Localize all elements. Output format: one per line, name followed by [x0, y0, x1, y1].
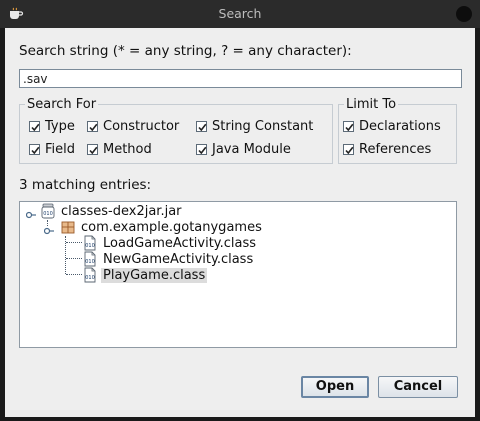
search-input[interactable]	[19, 69, 462, 88]
declarations-checkbox-label: Declarations	[359, 119, 441, 134]
type-checkbox[interactable]: Type	[29, 119, 75, 134]
open-button[interactable]: Open	[301, 376, 369, 398]
tree-connector	[66, 258, 82, 259]
references-checkbox[interactable]: References	[343, 142, 431, 157]
svg-text:010: 010	[85, 259, 95, 265]
tree-node-jar[interactable]: 010 classes-dex2jar.jar	[40, 203, 184, 219]
tree-node-class-selected[interactable]: 010 PlayGame.class	[82, 267, 208, 283]
svg-text:010: 010	[85, 243, 95, 249]
method-checkbox[interactable]: Method	[87, 142, 152, 157]
constructor-checkbox-label: Constructor	[103, 119, 180, 134]
tree-node-label: classes-dex2jar.jar	[61, 203, 182, 219]
tree-node-class[interactable]: 010 NewGameActivity.class	[82, 251, 255, 267]
string-constant-checkbox[interactable]: String Constant	[196, 119, 313, 134]
field-checkbox[interactable]: Field	[29, 142, 75, 157]
checkbox-check-icon	[87, 121, 98, 132]
checkbox-check-icon	[29, 121, 40, 132]
tree-connector	[66, 242, 82, 243]
checkbox-check-icon	[29, 144, 40, 155]
checkbox-check-icon	[196, 144, 207, 155]
search-string-label: Search string (* = any string, ? = any c…	[19, 43, 352, 59]
jar-icon: 010	[40, 203, 56, 219]
declarations-checkbox[interactable]: Declarations	[343, 119, 441, 134]
search-dialog: Search string (* = any string, ? = any c…	[5, 28, 475, 417]
class-file-icon: 010	[82, 235, 98, 251]
java-module-checkbox-label: Java Module	[212, 142, 291, 157]
svg-text:010: 010	[43, 211, 53, 217]
checkbox-check-icon	[343, 144, 354, 155]
expand-handle-icon[interactable]	[25, 208, 36, 223]
matching-entries-label: 3 matching entries:	[19, 177, 152, 193]
title-bar: Search	[0, 0, 480, 28]
search-for-legend: Search For	[25, 97, 99, 112]
tree-node-label: LoadGameActivity.class	[103, 235, 257, 251]
checkbox-check-icon	[87, 144, 98, 155]
window-title: Search	[218, 6, 262, 21]
cancel-button[interactable]: Cancel	[378, 376, 458, 398]
tree-connector	[66, 274, 82, 275]
window-close-button[interactable]	[456, 6, 472, 22]
field-checkbox-label: Field	[45, 142, 76, 157]
checkbox-check-icon	[196, 121, 207, 132]
checkbox-check-icon	[343, 121, 354, 132]
tree-connector	[47, 220, 48, 226]
type-checkbox-label: Type	[45, 119, 75, 134]
string-constant-checkbox-label: String Constant	[212, 119, 314, 134]
package-icon	[60, 219, 76, 235]
results-tree[interactable]: 010 classes-dex2jar.jar com.example.gota…	[19, 201, 457, 348]
expand-handle-icon[interactable]	[43, 224, 54, 239]
tree-node-class[interactable]: 010 LoadGameActivity.class	[82, 235, 258, 251]
constructor-checkbox[interactable]: Constructor	[87, 119, 179, 134]
svg-text:010: 010	[85, 275, 95, 281]
limit-to-legend: Limit To	[344, 97, 399, 112]
tree-node-label: PlayGame.class	[101, 267, 208, 283]
java-module-checkbox[interactable]: Java Module	[196, 142, 291, 157]
tree-node-label: NewGameActivity.class	[103, 251, 254, 267]
references-checkbox-label: References	[359, 142, 432, 157]
tree-node-package[interactable]: com.example.gotanygames	[60, 219, 264, 235]
class-file-icon: 010	[82, 267, 98, 283]
class-file-icon: 010	[82, 251, 98, 267]
method-checkbox-label: Method	[103, 142, 152, 157]
tree-node-label: com.example.gotanygames	[81, 219, 262, 235]
